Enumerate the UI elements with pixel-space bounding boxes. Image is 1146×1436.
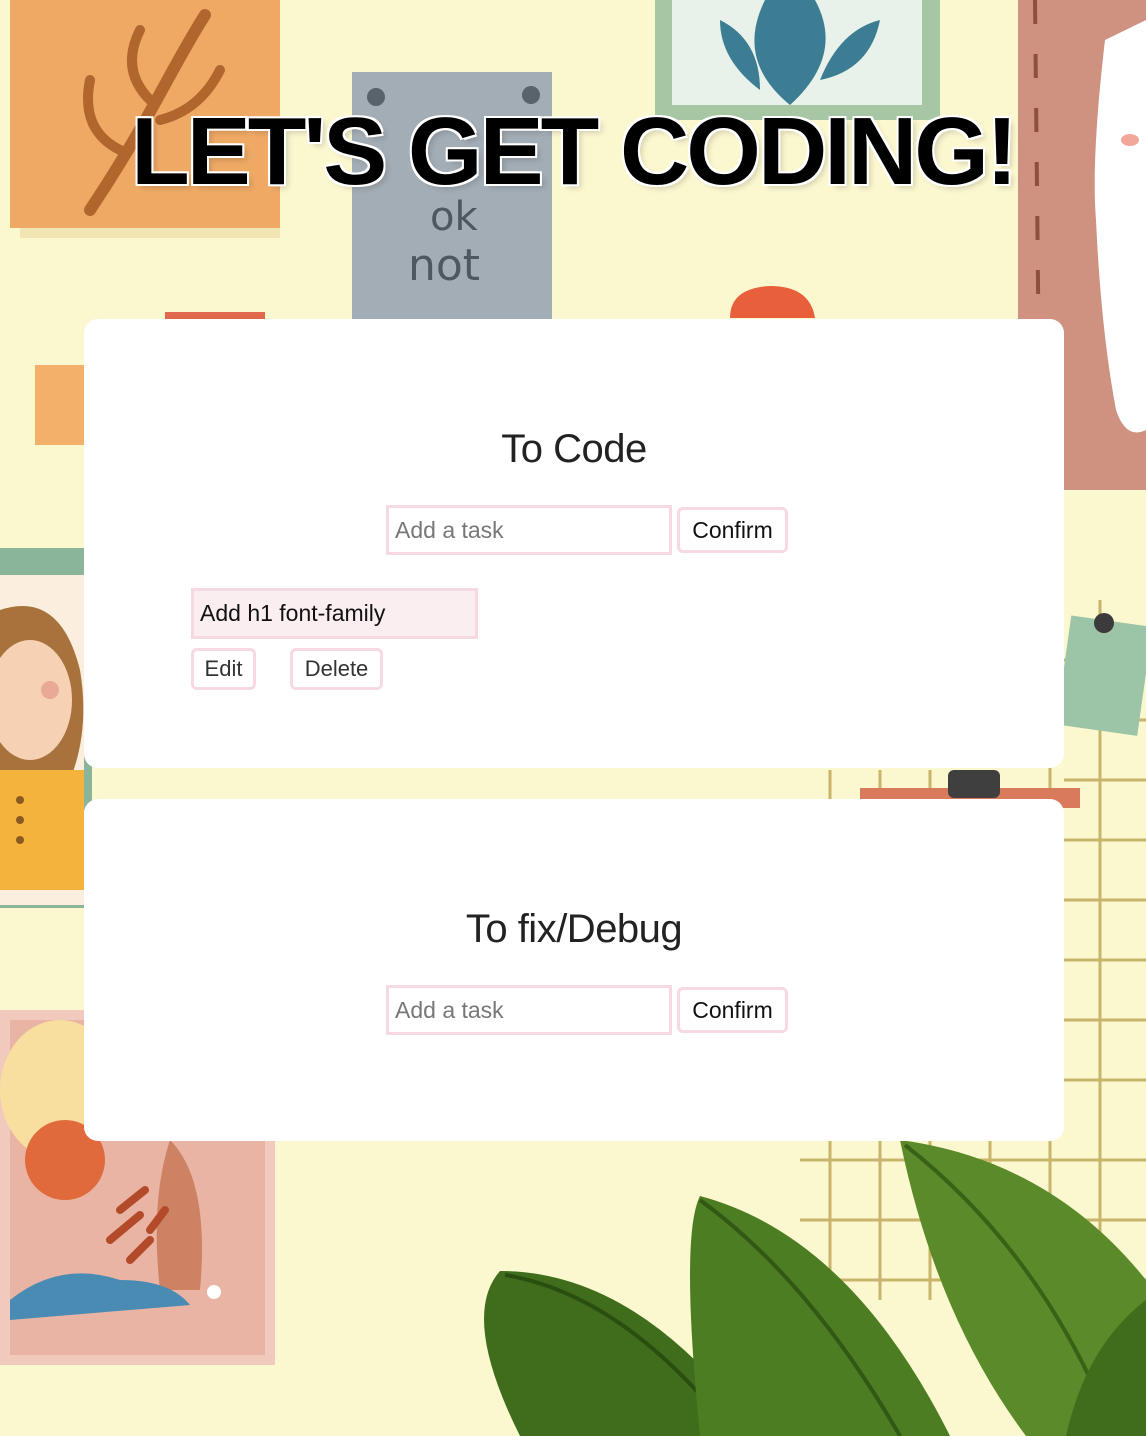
list-title: To Code bbox=[501, 427, 647, 471]
list-title: To fix/Debug bbox=[465, 907, 683, 951]
portrait-illustration bbox=[0, 548, 92, 908]
confirm-button[interactable]: Confirm bbox=[677, 507, 788, 553]
add-task-input[interactable] bbox=[386, 985, 672, 1035]
add-task-input[interactable] bbox=[386, 505, 672, 555]
page-title: LET'S GET CODING! bbox=[131, 98, 1018, 205]
delete-task-button[interactable]: Delete bbox=[290, 648, 383, 690]
todo-list-card: To Code Confirm Add h1 font-family Edit … bbox=[84, 319, 1064, 768]
edit-task-button[interactable]: Edit bbox=[191, 648, 256, 690]
confirm-button[interactable]: Confirm bbox=[677, 987, 788, 1033]
task-item: Add h1 font-family bbox=[191, 588, 478, 639]
svg-text:not: not bbox=[408, 240, 480, 291]
debug-list-card: To fix/Debug Confirm bbox=[84, 799, 1064, 1141]
